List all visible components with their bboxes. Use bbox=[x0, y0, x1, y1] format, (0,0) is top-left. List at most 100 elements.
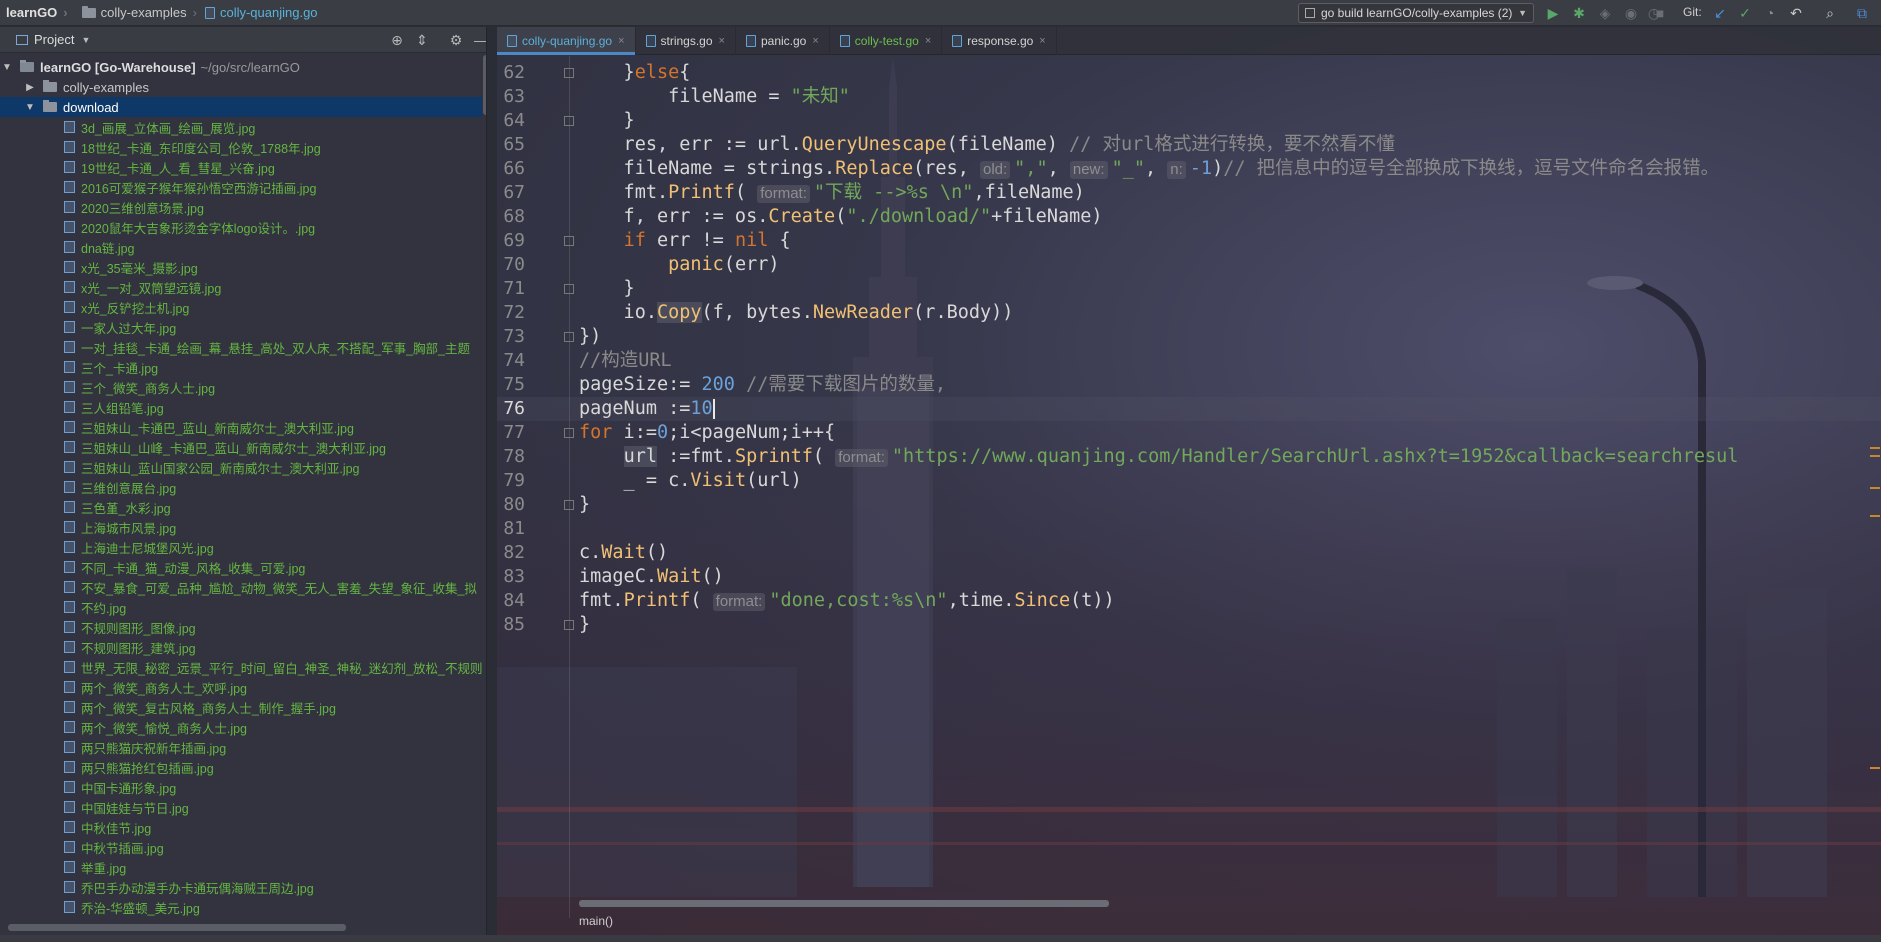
run-icon[interactable]: ▶ bbox=[1544, 4, 1562, 22]
line-number[interactable]: 80 bbox=[497, 493, 525, 517]
tree-file[interactable]: 乔治-华盛顿_美元.jpg bbox=[0, 897, 482, 917]
line-number[interactable]: 73 bbox=[497, 325, 525, 349]
stop-icon[interactable]: ■ bbox=[1651, 4, 1669, 22]
code-area[interactable]: }else{ fileName = "未知" } res, err := url… bbox=[579, 56, 1879, 918]
line-number[interactable]: 66 bbox=[497, 157, 525, 181]
scrollbar-marker[interactable] bbox=[1870, 767, 1880, 769]
tree-file[interactable]: 三人组铅笔.jpg bbox=[0, 397, 482, 417]
run-configuration-select[interactable]: go build learnGO/colly-examples (2) ▼ bbox=[1298, 3, 1534, 23]
scrollbar-marker[interactable] bbox=[1870, 515, 1880, 517]
search-icon[interactable]: ⌕ bbox=[1821, 4, 1839, 22]
close-icon[interactable]: × bbox=[719, 35, 725, 47]
line-number[interactable]: 85 bbox=[497, 613, 525, 637]
tree-file[interactable]: 18世纪_卡通_东印度公司_伦敦_1788年.jpg bbox=[0, 137, 482, 157]
editor-tab[interactable]: strings.go × bbox=[636, 27, 736, 55]
breadcrumb-folder[interactable]: colly-examples › bbox=[74, 0, 203, 26]
tree-file[interactable]: 中国娃娃与节日.jpg bbox=[0, 797, 482, 817]
vertical-scrollbar[interactable] bbox=[483, 55, 486, 115]
chevron-down-icon[interactable]: ▼ bbox=[0, 62, 14, 73]
tree-file[interactable]: 三姐妹山_蓝山国家公园_新南威尔士_澳大利亚.jpg bbox=[0, 457, 482, 477]
line-number[interactable]: 62 bbox=[497, 61, 525, 85]
editor-tab[interactable]: colly-quanjing.go × bbox=[497, 27, 636, 55]
tree-file[interactable]: 两个_微笑_复古风格_商务人士_制作_握手.jpg bbox=[0, 697, 482, 717]
tree-file[interactable]: 两只熊猫抢红包插画.jpg bbox=[0, 757, 482, 777]
tree-file[interactable]: 2020三维创意场景.jpg bbox=[0, 197, 482, 217]
tree-file[interactable]: 三维创意展台.jpg bbox=[0, 477, 482, 497]
tree-file[interactable]: 两个_微笑_商务人士_欢呼.jpg bbox=[0, 677, 482, 697]
tree-file[interactable]: 上海迪士尼城堡风光.jpg bbox=[0, 537, 482, 557]
tree-file[interactable]: 不同_卡通_猫_动漫_风格_收集_可爱.jpg bbox=[0, 557, 482, 577]
breadcrumb-root[interactable]: learnGO › bbox=[0, 0, 74, 26]
editor-tab[interactable]: colly-test.go × bbox=[830, 27, 943, 55]
scrollbar-marker[interactable] bbox=[1870, 455, 1880, 457]
tree-file[interactable]: 不规则图形_建筑.jpg bbox=[0, 637, 482, 657]
tree-file[interactable]: 三姐妹山_山峰_卡通巴_蓝山_新南威尔士_澳大利亚.jpg bbox=[0, 437, 482, 457]
tree-root[interactable]: ▼ learnGO [Go-Warehouse] ~/go/src/learnG… bbox=[0, 57, 482, 77]
tree-file[interactable]: 不规则图形_图像.jpg bbox=[0, 617, 482, 637]
tree-file[interactable]: x光_反铲挖土机.jpg bbox=[0, 297, 482, 317]
line-number[interactable]: 67 bbox=[497, 181, 525, 205]
tree-file[interactable]: 中秋佳节.jpg bbox=[0, 817, 482, 837]
tree-file[interactable]: 3d_画展_立体画_绘画_展览.jpg bbox=[0, 117, 482, 137]
close-icon[interactable]: × bbox=[925, 35, 931, 47]
line-number[interactable]: 74 bbox=[497, 349, 525, 373]
debug-icon[interactable]: ✱ bbox=[1570, 4, 1588, 22]
tree-file[interactable]: 上海城市风景.jpg bbox=[0, 517, 482, 537]
tree-file[interactable]: 三个_微笑_商务人士.jpg bbox=[0, 377, 482, 397]
git-rollback-icon[interactable]: ↶ bbox=[1787, 4, 1805, 22]
tree-file[interactable]: 不安_暴食_可爱_品种_尴尬_动物_微笑_无人_害羞_失望_象征_收集_拟 bbox=[0, 577, 482, 597]
tree-file[interactable]: 三个_卡通.jpg bbox=[0, 357, 482, 377]
tree-file[interactable]: 两个_微笑_愉悦_商务人士.jpg bbox=[0, 717, 482, 737]
line-number[interactable]: 70 bbox=[497, 253, 525, 277]
line-number[interactable]: 82 bbox=[497, 541, 525, 565]
line-number[interactable]: 65 bbox=[497, 133, 525, 157]
line-number[interactable]: 84 bbox=[497, 589, 525, 613]
tree-file[interactable]: 两只熊猫庆祝新年插画.jpg bbox=[0, 737, 482, 757]
tree-file[interactable]: 2016可爱猴子猴年猴孙悟空西游记插画.jpg bbox=[0, 177, 482, 197]
line-number[interactable]: 63 bbox=[497, 85, 525, 109]
tree-file[interactable]: 世界_无限_秘密_远景_平行_时间_留白_神圣_神秘_迷幻剂_放松_不规则 bbox=[0, 657, 482, 677]
collapse-all-icon[interactable]: ⇕ bbox=[413, 31, 431, 49]
line-number[interactable]: 76 bbox=[497, 397, 525, 421]
gear-icon[interactable]: ⚙ bbox=[447, 31, 465, 49]
tree-file[interactable]: dna链.jpg bbox=[0, 237, 482, 257]
line-number[interactable]: 68 bbox=[497, 205, 525, 229]
line-number[interactable]: 69 bbox=[497, 229, 525, 253]
tree-file[interactable]: x光_一对_双筒望远镜.jpg bbox=[0, 277, 482, 297]
tree-file[interactable]: 三色堇_水彩.jpg bbox=[0, 497, 482, 517]
close-icon[interactable]: × bbox=[812, 35, 818, 47]
tree-file[interactable]: 一对_挂毯_卡通_绘画_幕_悬挂_高处_双人床_不搭配_军事_胸部_主题 bbox=[0, 337, 482, 357]
tree-file[interactable]: 举重.jpg bbox=[0, 857, 482, 877]
line-number[interactable]: 83 bbox=[497, 565, 525, 589]
git-history-icon[interactable]: ◔ bbox=[1761, 4, 1779, 22]
project-panel-title[interactable]: Project bbox=[34, 32, 74, 47]
chevron-right-icon[interactable]: ▶ bbox=[23, 82, 37, 93]
close-icon[interactable]: × bbox=[618, 35, 624, 47]
tree-file[interactable]: 中国卡通形象.jpg bbox=[0, 777, 482, 797]
profile-icon[interactable]: ◉ bbox=[1622, 4, 1640, 22]
chevron-down-icon[interactable]: ▼ bbox=[23, 102, 37, 113]
close-icon[interactable]: × bbox=[1039, 35, 1045, 47]
line-number[interactable]: 79 bbox=[497, 469, 525, 493]
git-update-icon[interactable]: ↙ bbox=[1711, 4, 1729, 22]
horizontal-scrollbar[interactable] bbox=[579, 900, 1109, 907]
line-number[interactable]: 71 bbox=[497, 277, 525, 301]
line-number[interactable]: 64 bbox=[497, 109, 525, 133]
line-number[interactable]: 78 bbox=[497, 445, 525, 469]
line-number[interactable]: 75 bbox=[497, 373, 525, 397]
git-commit-icon[interactable]: ✓ bbox=[1736, 4, 1754, 22]
hide-panel-icon[interactable]: — bbox=[472, 31, 486, 49]
breadcrumb-file[interactable]: colly-quanjing.go bbox=[203, 0, 324, 26]
scrollbar-marker[interactable] bbox=[1870, 447, 1880, 449]
tree-folder-colly-examples[interactable]: ▶ colly-examples bbox=[0, 77, 482, 97]
settings-sync-icon[interactable]: ⧉ bbox=[1853, 4, 1871, 22]
tree-file[interactable]: 不约.jpg bbox=[0, 597, 482, 617]
tree-file[interactable]: x光_35毫米_摄影.jpg bbox=[0, 257, 482, 277]
chevron-down-icon[interactable]: ▼ bbox=[81, 35, 90, 45]
tree-file[interactable]: 中秋节插画.jpg bbox=[0, 837, 482, 857]
scrollbar-marker[interactable] bbox=[1870, 487, 1880, 489]
tree-file[interactable]: 2020鼠年大吉象形烫金字体logo设计。.jpg bbox=[0, 217, 482, 237]
line-number[interactable]: 72 bbox=[497, 301, 525, 325]
tree-file[interactable]: 三姐妹山_卡通巴_蓝山_新南威尔士_澳大利亚.jpg bbox=[0, 417, 482, 437]
line-number[interactable]: 77 bbox=[497, 421, 525, 445]
